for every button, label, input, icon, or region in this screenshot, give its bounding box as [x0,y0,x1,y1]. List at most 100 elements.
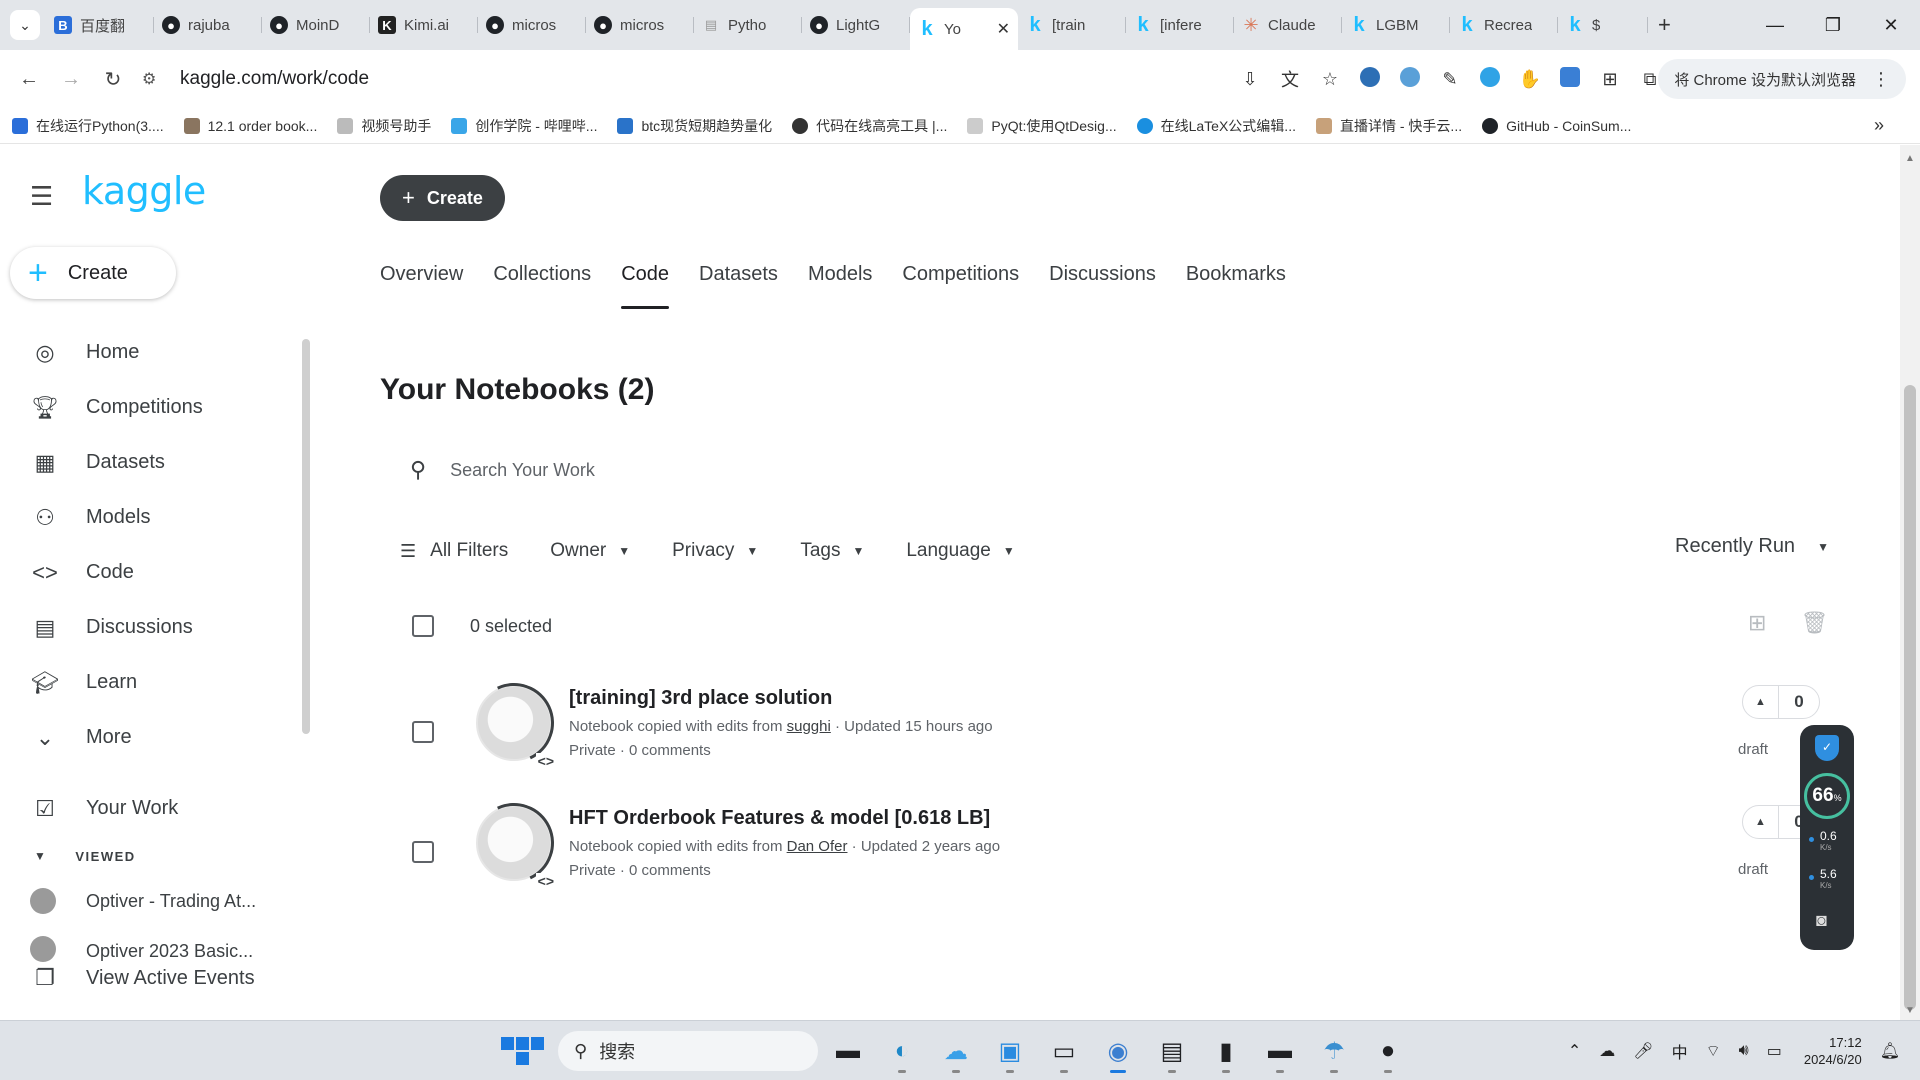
new-tab-icon[interactable]: + [1658,12,1671,38]
notebook-checkbox[interactable] [412,721,434,743]
obs-app-icon[interactable]: ● [1364,1029,1412,1073]
bookmark-item[interactable]: GitHub - CoinSum... [1482,117,1631,134]
chrome-icon[interactable]: ◉ [1094,1029,1142,1073]
select-all-checkbox[interactable] [412,615,434,637]
battery-icon[interactable]: ▭ [1767,1041,1782,1061]
scroll-up-icon[interactable]: ▲ [1905,153,1915,164]
chat-extension-icon[interactable] [1470,66,1510,92]
sidebar-item-home[interactable]: ◎ Home [0,325,300,380]
viewed-item[interactable]: Optiver 2023 Basic... [0,926,300,962]
browser-tab[interactable]: ▤ Pytho [694,7,802,43]
bookmark-item[interactable]: 直播详情 - 快手云... [1315,116,1462,136]
bookmark-item[interactable]: 在线LaTeX公式编辑... [1136,116,1296,136]
scroll-down-icon[interactable]: ▼ [1905,1005,1915,1016]
browser-tab[interactable]: ● micros [586,7,694,43]
bookmark-star-icon[interactable]: ☆ [1310,69,1350,90]
folder-app-icon[interactable]: ▤ [1148,1029,1196,1073]
language-filter-dropdown[interactable]: Language ▼ [906,540,1014,562]
clock[interactable]: 17:12 2024/6/20 [1804,1034,1862,1068]
minimize-icon[interactable]: — [1746,15,1804,36]
tags-filter-dropdown[interactable]: Tags ▼ [800,540,864,562]
browser-tab[interactable]: ● micros [478,7,586,43]
bookmark-item[interactable]: 视频号助手 [337,116,431,136]
remote-desktop-icon[interactable]: ▭ [1040,1029,1088,1073]
chrome-menu-icon[interactable]: ⋮ [1872,69,1890,90]
tab-bookmarks[interactable]: Bookmarks [1186,263,1286,309]
volume-icon[interactable]: 🔊︎ [1739,1042,1749,1060]
pen-extension-icon[interactable]: ✎ [1430,69,1470,90]
tab-models[interactable]: Models [808,263,872,309]
sidebar-create-button[interactable]: + Create [10,247,176,299]
forward-icon[interactable]: → [50,68,92,91]
edge-icon[interactable]: ◐ [878,1029,926,1073]
sidebar-scrollbar[interactable] [300,327,312,734]
browser-tab[interactable]: ✳ Claude [1234,7,1342,43]
extension-icon[interactable] [1350,66,1390,92]
bookmark-item[interactable]: btc现货短期趋势量化 [617,116,772,136]
author-link[interactable]: Dan Ofer [787,838,848,855]
sort-dropdown[interactable]: Recently Run ▼ [1675,535,1829,558]
extension-icon[interactable] [1390,66,1430,92]
notebook-row[interactable]: <> [training] 3rd place solution Noteboo… [412,671,1820,785]
sidebar-item-models[interactable]: ⚇ Models [0,490,300,545]
add-to-collection-icon[interactable]: ⊞ [1748,610,1766,636]
tab-overview[interactable]: Overview [380,263,463,309]
browser-tab[interactable]: k [infere [1126,7,1234,43]
bookmark-item[interactable]: 创作学院 - 哔哩哔... [451,116,597,136]
chevron-up-icon[interactable]: ⌃ [1568,1041,1581,1061]
sidebar-item-your-work[interactable]: ☑ Your Work [0,781,300,836]
privacy-filter-dropdown[interactable]: Privacy ▼ [672,540,758,562]
camera-icon[interactable]: ◙ [1816,910,1827,931]
extension-icon[interactable] [1550,66,1590,92]
all-filters-button[interactable]: ☰ All Filters [400,540,508,562]
viewed-item[interactable]: Optiver - Trading At... [0,876,300,926]
windows-start-icon[interactable] [500,1029,544,1073]
network-monitor-widget[interactable]: ✓ 66% 0.6 K/s 5.6 K/s ◙ [1800,725,1854,950]
tab-datasets[interactable]: Datasets [699,263,778,309]
reload-icon[interactable]: ↻ [92,67,134,92]
tab-discussions[interactable]: Discussions [1049,263,1156,309]
bookmark-item[interactable]: 代码在线高亮工具 |... [792,116,947,136]
more-bookmarks-icon[interactable]: » [1874,115,1884,136]
install-app-icon[interactable]: ⇩ [1230,69,1270,90]
bookmark-item[interactable]: 在线运行Python(3.... [12,116,164,136]
browser-tab[interactable]: ● rajuba [154,7,262,43]
trash-icon[interactable]: 🗑︎ [1800,610,1828,636]
page-scrollbar[interactable]: ▲ ▼ [1900,145,1920,1020]
viewed-section-toggle[interactable]: ▼ VIEWED [0,836,300,876]
browser-tab[interactable]: K Kimi.ai [370,7,478,43]
sidebar-item-competitions[interactable]: 🏆︎ Competitions [0,380,300,435]
notification-bell-icon[interactable]: 🔔︎ [1880,1041,1900,1061]
hand-extension-icon[interactable]: ✋ [1510,69,1550,90]
ime-indicator[interactable]: 中 [1672,1039,1688,1063]
microphone-icon[interactable]: 🎤︎ [1633,1041,1653,1061]
back-icon[interactable]: ← [8,68,50,91]
scrollbar-thumb[interactable] [302,339,310,734]
wifi-icon[interactable]: ⌔ [1706,1041,1721,1061]
tab-code[interactable]: Code [621,263,669,309]
browser-tab[interactable]: k LGBM [1342,7,1450,43]
photos-app-icon[interactable]: ▣ [986,1029,1034,1073]
close-tab-icon[interactable]: ✕ [997,19,1010,39]
onedrive-icon[interactable]: ☁ [1599,1041,1615,1061]
create-button[interactable]: + Create [380,175,505,221]
site-info-icon[interactable]: ⚙ [142,69,172,89]
kaggle-logo[interactable]: kaggle [82,169,206,213]
tab-competitions[interactable]: Competitions [902,263,1019,309]
chat-app-icon[interactable]: ☁ [932,1029,980,1073]
translate-icon[interactable]: 文 [1270,66,1310,92]
address-bar[interactable]: ⚙ kaggle.com/work/code [142,59,1182,99]
console-app-icon[interactable]: ▬ [1256,1029,1304,1073]
tab-collections[interactable]: Collections [493,263,591,309]
sidebar-item-code[interactable]: <> Code [0,545,300,600]
taskbar-search-input[interactable]: ⚲ 搜索 [558,1031,818,1071]
browser-tab[interactable]: B 百度翻 [46,7,154,43]
sidebar-item-learn[interactable]: 🎓︎ Learn [0,655,300,710]
notebook-title[interactable]: HFT Orderbook Features & model [0.618 LB… [569,807,990,830]
browser-tab[interactable]: ● LightG [802,7,910,43]
view-active-events-button[interactable]: ❐ View Active Events [30,965,300,991]
sidebar-item-datasets[interactable]: ▦ Datasets [0,435,300,490]
browser-tab-active[interactable]: k Yo ✕ [910,8,1018,50]
sidebar-item-more[interactable]: ⌄ More [0,710,300,765]
file-explorer-icon[interactable]: ▬ [824,1029,872,1073]
